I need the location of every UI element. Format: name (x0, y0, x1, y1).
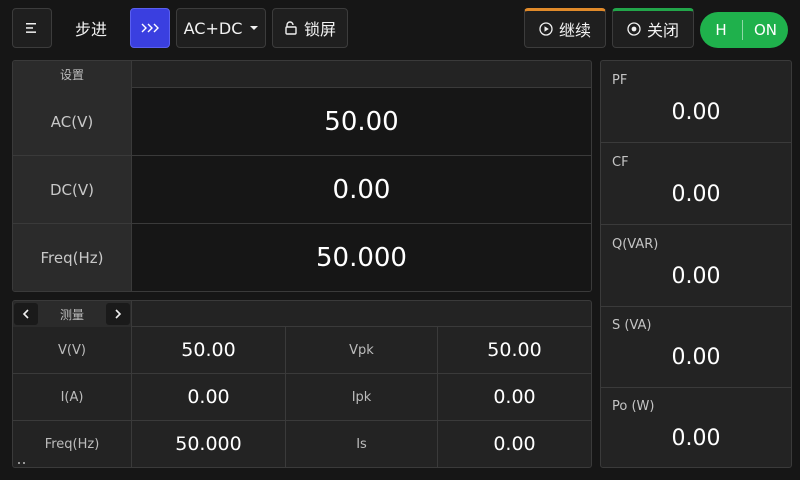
settings-panel: 设置 AC(V) 50.00 DC(V) 0.00 Freq(Hz) 50.00… (12, 60, 592, 292)
measure-label: Is (286, 421, 438, 467)
measure-value: 0.00 (493, 386, 536, 408)
page-dot (18, 462, 20, 464)
menu-icon (26, 23, 36, 33)
measure-label: Freq(Hz) (13, 421, 132, 467)
power-value: 0.00 (671, 99, 721, 125)
measure-value: 0.00 (493, 433, 536, 455)
continue-label: 继续 (558, 21, 591, 40)
measure-header: 测量 (13, 301, 591, 327)
measure-value: 50.00 (487, 339, 542, 361)
power-value: 0.00 (671, 425, 721, 451)
output-toggle-right: ON (753, 21, 778, 39)
stop-circle-icon (627, 22, 641, 36)
setting-value-ac[interactable]: 50.00 (132, 88, 591, 155)
power-item: CF 0.00 (601, 143, 791, 225)
measure-row: I(A) 0.00 Ipk 0.00 (13, 374, 591, 421)
settings-header: 设置 (13, 61, 591, 88)
setting-value-freq[interactable]: 50.000 (132, 224, 591, 291)
setting-label: DC(V) (13, 156, 132, 223)
setting-row-freq: Freq(Hz) 50.000 (13, 224, 591, 291)
play-circle-icon (539, 22, 553, 36)
setting-row-ac: AC(V) 50.00 (13, 88, 591, 156)
setting-row-dc: DC(V) 0.00 (13, 156, 591, 224)
next-page-button[interactable] (106, 303, 130, 325)
measure-row: V(V) 50.00 Vpk 50.00 (13, 327, 591, 374)
measure-label: Vpk (286, 327, 438, 373)
setting-label: Freq(Hz) (13, 224, 132, 291)
power-item: Q(VAR) 0.00 (601, 225, 791, 307)
mode-label: 步进 (74, 20, 107, 39)
toolbar: 步进 AC+DC 锁屏 继续 关闭 H ON (0, 0, 800, 56)
prev-page-button[interactable] (14, 303, 38, 325)
source-dropdown-value: AC+DC (183, 18, 243, 38)
unlock-icon (285, 21, 297, 35)
power-label: Po (W) (612, 399, 655, 414)
measure-value: 50.00 (132, 327, 286, 373)
power-item: PF 0.00 (601, 61, 791, 143)
measure-label: V(V) (13, 327, 132, 373)
power-value: 0.00 (671, 263, 721, 289)
power-label: S (VA) (612, 318, 652, 333)
power-label: CF (612, 155, 629, 170)
menu-button[interactable] (12, 8, 52, 48)
source-dropdown[interactable]: AC+DC (176, 8, 266, 48)
measure-label: I(A) (13, 374, 132, 420)
measure-title: 测量 (59, 307, 84, 322)
power-label: PF (612, 73, 628, 88)
measure-value: 50.000 (132, 421, 286, 467)
setting-label: AC(V) (13, 88, 132, 155)
chevron-left-icon (22, 309, 29, 319)
power-value: 0.00 (671, 344, 721, 370)
power-item: Po (W) 0.00 (601, 387, 791, 467)
close-label: 关闭 (646, 21, 679, 40)
power-panel: PF 0.00 CF 0.00 Q(VAR) 0.00 S (VA) 0.00 … (600, 60, 792, 468)
caret-down-icon (250, 26, 259, 30)
setting-value-dc[interactable]: 0.00 (132, 156, 591, 223)
lock-screen-label: 锁屏 (303, 20, 336, 39)
page-indicator (18, 462, 25, 464)
measure-value: 0.00 (132, 374, 286, 420)
output-toggle-left: H (715, 21, 727, 39)
step-button[interactable] (130, 8, 170, 48)
output-toggle[interactable]: H ON (700, 12, 788, 48)
settings-title: 设置 (13, 61, 132, 88)
measure-row: Freq(Hz) 50.000 Is 0.00 (13, 421, 591, 467)
power-label: Q(VAR) (612, 237, 659, 252)
measure-panel: 测量 V(V) 50.00 Vpk 50.00 I(A) 0.00 Ipk 0.… (12, 300, 592, 468)
close-button[interactable]: 关闭 (612, 8, 694, 48)
continue-button[interactable]: 继续 (524, 8, 606, 48)
power-value: 0.00 (671, 181, 721, 207)
page-dot (23, 462, 25, 464)
lock-screen-button[interactable]: 锁屏 (272, 8, 348, 48)
measure-header-nav: 测量 (13, 301, 132, 327)
power-item: S (VA) 0.00 (601, 306, 791, 388)
triple-chevron-right-icon (141, 23, 159, 33)
chevron-right-icon (115, 309, 122, 319)
measure-label: Ipk (286, 374, 438, 420)
